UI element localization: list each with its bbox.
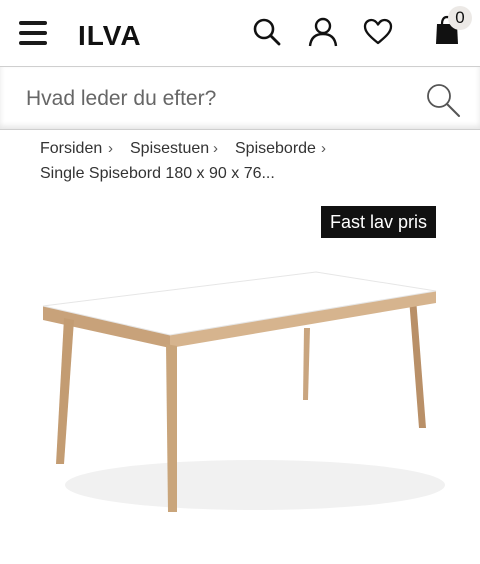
breadcrumb-current: Single Spisebord 180 x 90 x 76... — [40, 165, 275, 182]
dining-table-image[interactable] — [30, 250, 460, 540]
user-icon[interactable] — [307, 16, 339, 48]
search-icon[interactable] — [251, 16, 283, 48]
breadcrumb-separator: › — [321, 140, 326, 157]
breadcrumb-item-spisestuen[interactable]: Spisestuen — [130, 140, 209, 158]
hamburger-menu-icon[interactable] — [19, 21, 47, 45]
search-input[interactable] — [26, 85, 406, 113]
search-bar — [0, 66, 480, 130]
breadcrumb-item-spiseborde[interactable]: Spiseborde — [235, 140, 316, 158]
price-badge: Fast lav pris — [321, 206, 436, 238]
cart-count-badge: 0 — [448, 6, 472, 30]
heart-icon[interactable] — [362, 16, 394, 48]
search-submit-icon[interactable] — [424, 81, 462, 119]
site-header: ILVA 0 — [0, 0, 480, 66]
breadcrumb-separator: › — [213, 140, 218, 157]
breadcrumb-separator: › — [108, 140, 113, 157]
breadcrumb: Forsiden › Spisestuen › Spiseborde › Sin… — [40, 140, 460, 182]
breadcrumb-item-forsiden[interactable]: Forsiden — [40, 140, 102, 158]
ilva-logo[interactable]: ILVA — [78, 20, 142, 52]
